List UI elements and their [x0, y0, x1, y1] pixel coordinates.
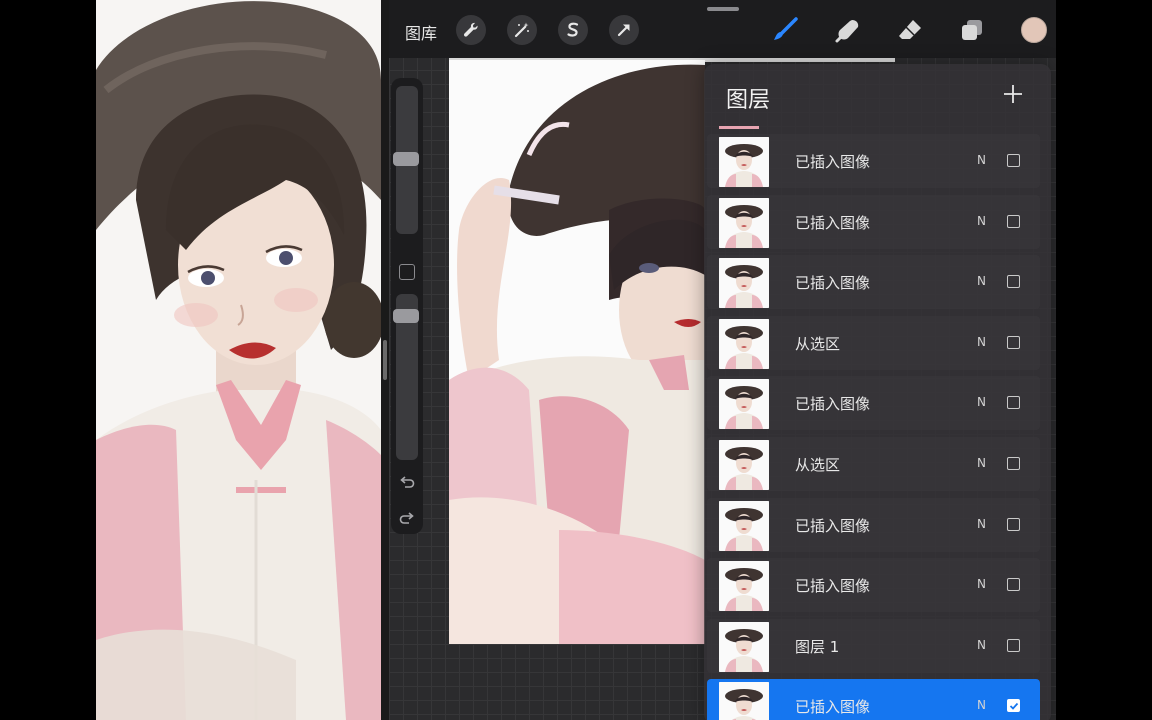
actions-button[interactable] — [456, 15, 486, 45]
reference-painting-image — [96, 0, 381, 720]
layer-blend-mode[interactable]: N — [977, 698, 986, 712]
eraser-button[interactable] — [894, 14, 926, 46]
layer-name: 从选区 — [795, 334, 841, 353]
layers-panel-title: 图层 — [726, 88, 771, 113]
layer-thumbnail — [719, 621, 769, 672]
checkmark-icon — [1009, 702, 1018, 710]
smudge-icon — [835, 20, 859, 43]
layer-thumbnail — [719, 137, 769, 187]
layer-name: 从选区 — [795, 456, 841, 474]
procreate-app: 图库 图层 已插入图像 N 已插入图像 N 已插入图像 N 从选区 N 已插入图… — [389, 0, 1056, 720]
top-toolbar: 图库 — [389, 0, 1056, 58]
layers-icon — [962, 20, 982, 40]
layer-name: 已插入图像 — [795, 516, 871, 535]
layer-row[interactable]: 从选区 N — [707, 437, 1040, 491]
layers-button[interactable] — [956, 14, 988, 46]
reference-painting — [96, 0, 381, 720]
layer-thumbnail — [719, 682, 769, 720]
layer-visibility-checkbox[interactable] — [1007, 578, 1020, 592]
layer-row[interactable]: 已插入图像 N — [707, 255, 1040, 310]
layer-visibility-checkbox[interactable] — [1007, 214, 1020, 228]
layer-blend-mode[interactable]: N — [977, 577, 986, 591]
layer-row[interactable]: 已插入图像 N — [707, 497, 1040, 552]
layer-thumbnail — [719, 197, 769, 248]
transform-arrow-icon — [617, 24, 630, 37]
selection-button[interactable] — [558, 15, 588, 45]
layer-visibility-checkbox[interactable] — [1007, 396, 1020, 410]
layer-name: 已插入图像 — [795, 153, 871, 171]
plus-icon[interactable] — [1000, 81, 1026, 107]
layer-name: 已插入图像 — [795, 274, 871, 293]
layer-thumbnail — [719, 500, 769, 551]
layer-row[interactable]: 从选区 N — [707, 315, 1040, 370]
layer-visibility-checkbox[interactable] — [1007, 335, 1020, 349]
layer-thumbnail-partial — [719, 126, 759, 129]
layer-blend-mode[interactable]: N — [977, 456, 986, 470]
layer-blend-mode[interactable]: N — [977, 335, 986, 349]
layer-row[interactable]: 已插入图像 N — [707, 558, 1040, 613]
gallery-button[interactable]: 图库 — [405, 20, 437, 44]
layer-name: 已插入图像 — [795, 395, 871, 414]
layer-visibility-checkbox[interactable] — [1007, 699, 1020, 713]
canvas-artwork — [449, 60, 705, 644]
layer-row[interactable]: 已插入图像 N — [707, 679, 1040, 720]
layer-row[interactable]: 图层 1 N — [707, 618, 1040, 673]
brush-sidebar — [391, 78, 423, 534]
layer-thumbnail — [719, 379, 769, 430]
layer-name: 图层 1 — [795, 637, 840, 656]
smudge-button[interactable] — [832, 14, 864, 46]
split-view-handle[interactable] — [383, 340, 387, 380]
layers-panel: 图层 已插入图像 N 已插入图像 N 已插入图像 N 从选区 N 已插入图像 N… — [704, 64, 1051, 720]
layer-thumbnail — [719, 440, 769, 490]
eraser-icon — [899, 20, 921, 39]
layer-name: 已插入图像 — [795, 698, 871, 717]
layer-blend-mode[interactable]: N — [977, 638, 986, 652]
layer-blend-mode[interactable]: N — [977, 274, 986, 288]
layer-thumbnail — [719, 318, 769, 369]
layer-blend-mode[interactable]: N — [977, 153, 986, 167]
layer-visibility-checkbox[interactable] — [1007, 457, 1020, 470]
transform-button[interactable] — [609, 15, 639, 45]
brush-size-thumb[interactable] — [393, 152, 419, 166]
magic-wand-icon — [514, 22, 529, 38]
layer-blend-mode[interactable]: N — [977, 395, 986, 409]
selection-s-icon — [567, 22, 579, 37]
layer-visibility-checkbox[interactable] — [1007, 517, 1020, 531]
brush-icon — [774, 17, 798, 40]
layer-row[interactable]: 已插入图像 N — [707, 134, 1040, 188]
modify-button[interactable] — [399, 264, 415, 280]
brush-button[interactable] — [769, 14, 801, 46]
multitasking-grabber[interactable] — [707, 7, 739, 11]
redo-icon[interactable] — [397, 508, 417, 528]
layer-visibility-checkbox[interactable] — [1007, 154, 1020, 167]
layer-name: 已插入图像 — [795, 213, 871, 232]
layer-thumbnail — [719, 258, 769, 309]
layer-visibility-checkbox[interactable] — [1007, 275, 1020, 289]
layer-blend-mode[interactable]: N — [977, 214, 986, 228]
adjustments-button[interactable] — [507, 15, 537, 45]
color-swatch[interactable] — [1021, 17, 1047, 43]
layer-thumbnail — [719, 561, 769, 612]
layer-visibility-checkbox[interactable] — [1007, 638, 1020, 652]
layer-blend-mode[interactable]: N — [977, 517, 986, 531]
layer-name: 已插入图像 — [795, 577, 871, 596]
layer-row[interactable]: 已插入图像 N — [707, 194, 1040, 249]
opacity-thumb[interactable] — [393, 309, 419, 323]
drawing-canvas[interactable] — [449, 60, 705, 644]
layer-row[interactable]: 已插入图像 N — [707, 376, 1040, 431]
wrench-icon — [463, 22, 478, 37]
undo-icon[interactable] — [397, 472, 417, 492]
